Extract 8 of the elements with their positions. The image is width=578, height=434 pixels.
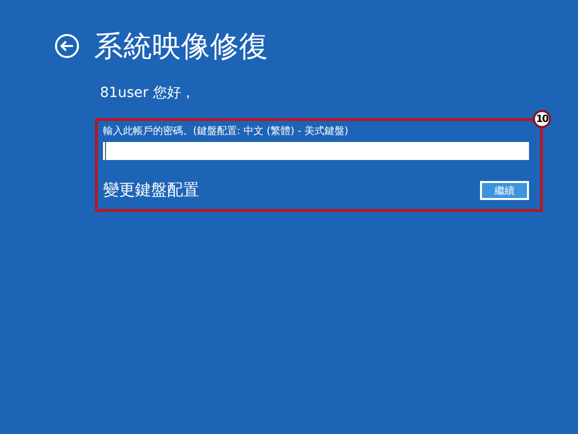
password-field[interactable] [103,142,529,160]
step-badge: 10 [533,110,551,128]
page-title: 系統映像修復 [94,28,268,64]
change-keyboard-link[interactable]: 變更鍵盤配置 [103,180,199,201]
continue-button[interactable]: 繼續 [480,181,529,200]
greeting-text: 81user 您好， [100,84,195,102]
password-label: 輸入此帳戶的密碼。(鍵盤配置: 中文 (繁體) - 美式鍵盤) [103,125,348,139]
back-icon[interactable] [54,33,80,59]
